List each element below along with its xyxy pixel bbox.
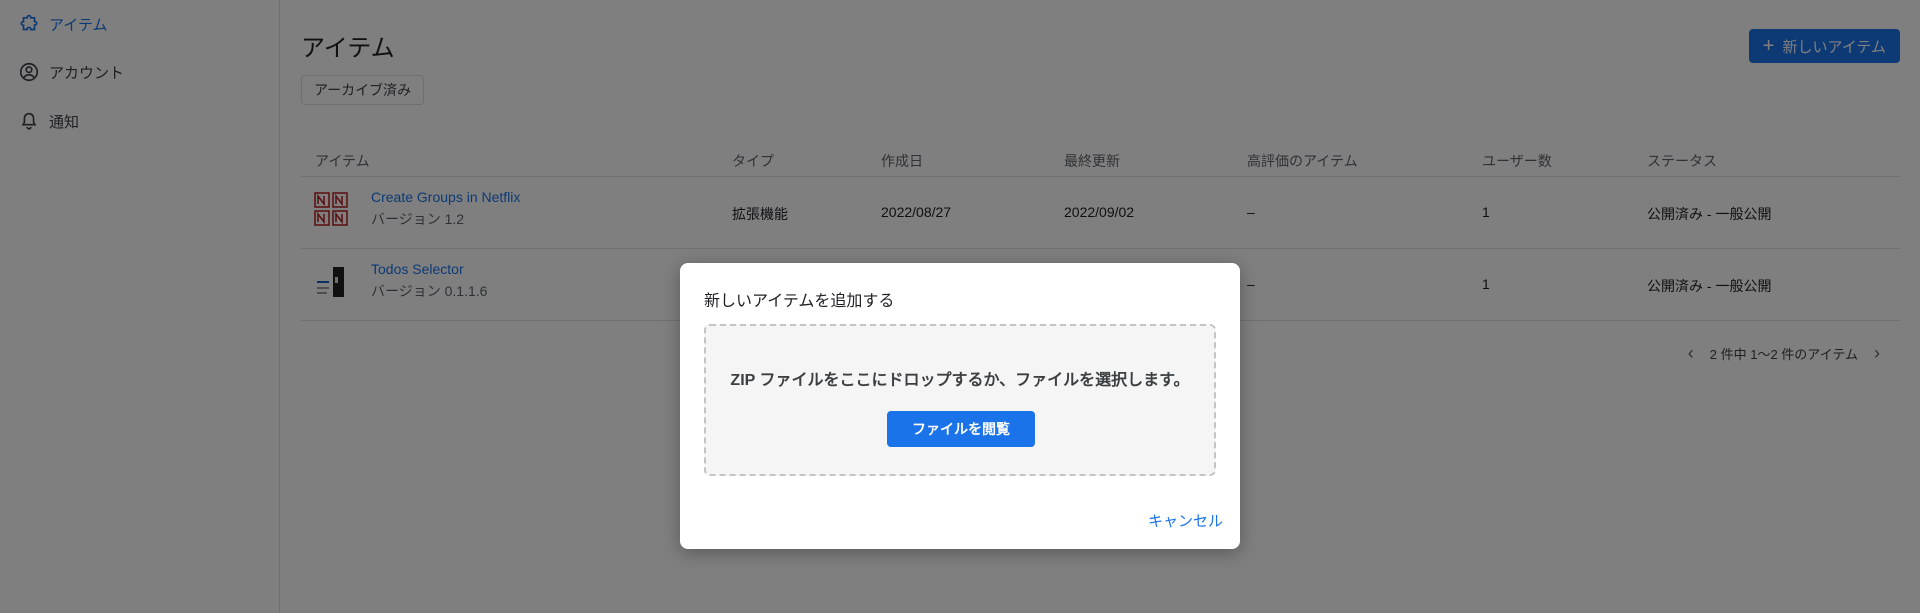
add-item-dialog: 新しいアイテムを追加する ZIP ファイルをここにドロップするか、ファイルを選択… [680,263,1240,549]
dropzone-text: ZIP ファイルをここにドロップするか、ファイルを選択します。 [730,372,1190,389]
cancel-button[interactable]: キャンセル [1148,510,1223,531]
dialog-title: 新しいアイテムを追加する [704,293,895,310]
app-root: アイテム アカウント 通知 アイテム アーカイブ済み + 新しいアイテム アイテ… [0,0,1920,613]
zip-dropzone[interactable]: ZIP ファイルをここにドロップするか、ファイルを選択します。 ファイルを閲覧 [704,324,1216,476]
browse-files-button[interactable]: ファイルを閲覧 [887,411,1035,447]
